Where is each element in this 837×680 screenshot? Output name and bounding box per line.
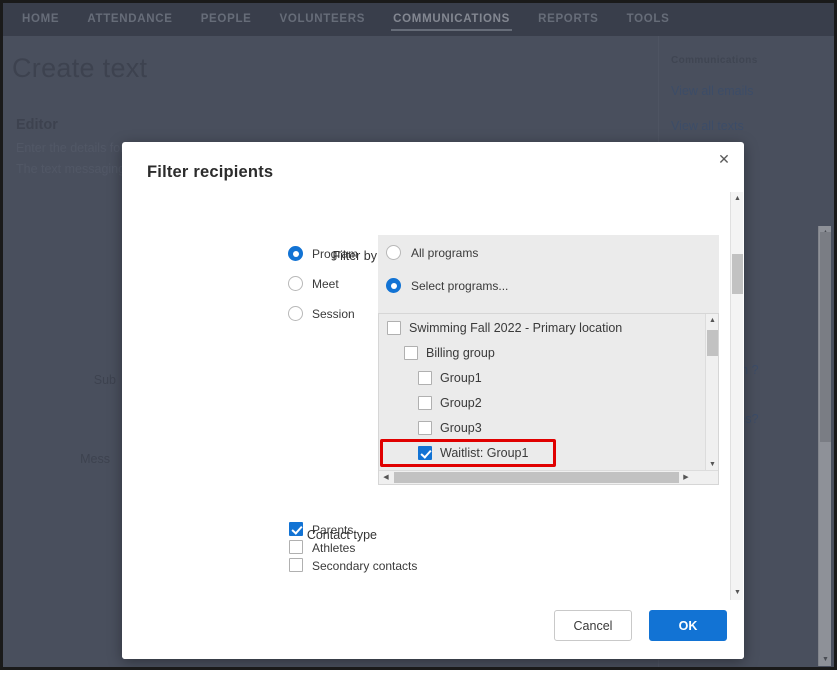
tree-scroll-up-icon[interactable]: ▲ (706, 314, 718, 328)
radio-label-session[interactable]: Session (312, 307, 355, 321)
checkbox-athletes[interactable] (289, 540, 303, 554)
checkbox-parents[interactable] (289, 522, 303, 536)
checkbox-label-parents[interactable]: Parents (312, 523, 353, 537)
nav-item-communications[interactable]: COMMUNICATIONS (379, 4, 524, 35)
bottom-strip (0, 668, 837, 680)
editor-description-line-2: The text messaging (16, 162, 126, 176)
tree-horizontal-scrollbar-thumb[interactable] (394, 472, 679, 483)
checkbox-swimming-fall-2022[interactable] (387, 321, 401, 335)
dialog-footer: Cancel OK (122, 600, 744, 659)
dialog-scroll-up-icon[interactable]: ▲ (731, 192, 744, 206)
radio-all-programs[interactable] (386, 245, 401, 260)
page-title: Create text (12, 53, 148, 83)
editor-description-line-1: Enter the details for (16, 141, 125, 155)
checkbox-secondary-contacts[interactable] (289, 558, 303, 572)
dialog-body: Filter by Program Meet Session All progr… (122, 192, 744, 600)
nav-item-tools[interactable]: TOOLS (613, 4, 684, 35)
programs-scope-panel: All programs Select programs... (378, 235, 719, 313)
tree-horizontal-scrollbar[interactable]: ◀ ▶ (379, 470, 718, 484)
close-icon[interactable]: ✕ (713, 148, 735, 170)
tree-vertical-scrollbar-thumb[interactable] (707, 330, 718, 356)
nav-item-people[interactable]: PEOPLE (187, 4, 266, 35)
radio-label-all-programs[interactable]: All programs (411, 246, 478, 260)
checkbox-waitlist-group1[interactable] (418, 446, 432, 460)
dialog-scroll-down-icon[interactable]: ▼ (731, 586, 744, 600)
nav-item-home[interactable]: HOME (8, 4, 73, 35)
tree-scroll-left-icon[interactable]: ◀ (379, 471, 393, 484)
top-navigation-bar: HOME ATTENDANCE PEOPLE VOLUNTEERS COMMUN… (0, 3, 837, 36)
subject-field-label: Sub (93, 373, 116, 387)
cancel-button[interactable]: Cancel (554, 610, 632, 641)
screenshot-root: HOME ATTENDANCE PEOPLE VOLUNTEERS COMMUN… (0, 0, 837, 680)
page-scrollbar[interactable]: ▲ ▼ (818, 226, 831, 666)
checkbox-group2[interactable] (418, 396, 432, 410)
sidebar-heading-communications: Communications (671, 55, 758, 66)
checkbox-billing-group[interactable] (404, 346, 418, 360)
checkbox-label-athletes[interactable]: Athletes (312, 541, 355, 555)
sidebar-link-view-all-texts[interactable]: View all texts (671, 119, 744, 133)
ok-button[interactable]: OK (649, 610, 727, 641)
checkbox-label-secondary-contacts[interactable]: Secondary contacts (312, 559, 417, 573)
checkbox-group1[interactable] (418, 371, 432, 385)
radio-filter-by-program[interactable] (288, 246, 303, 261)
radio-filter-by-meet[interactable] (288, 276, 303, 291)
radio-filter-by-session[interactable] (288, 306, 303, 321)
tree-label-group2: Group2 (440, 396, 482, 410)
tree-vertical-scrollbar[interactable]: ▲ ▼ (705, 314, 718, 472)
program-tree-box[interactable]: Swimming Fall 2022 - Primary location Bi… (378, 313, 719, 485)
message-field-label: Mess (80, 452, 110, 466)
nav-item-reports[interactable]: REPORTS (524, 4, 613, 35)
nav-item-volunteers[interactable]: VOLUNTEERS (266, 4, 380, 35)
checkbox-group3[interactable] (418, 421, 432, 435)
dialog-scrollbar-thumb[interactable] (732, 254, 743, 294)
dialog-scrollbar[interactable]: ▲ ▼ (730, 192, 743, 600)
nav-item-attendance[interactable]: ATTENDANCE (73, 4, 186, 35)
tree-label-waitlist-group1: Waitlist: Group1 (440, 446, 529, 460)
page-scrollbar-thumb[interactable] (820, 232, 831, 442)
top-navigation-items: HOME ATTENDANCE PEOPLE VOLUNTEERS COMMUN… (8, 3, 837, 36)
scroll-down-icon[interactable]: ▼ (819, 653, 832, 666)
tree-scroll-right-icon[interactable]: ▶ (679, 471, 693, 484)
tree-label-group3: Group3 (440, 421, 482, 435)
radio-label-program[interactable]: Program (312, 247, 358, 261)
dialog-title: Filter recipients (147, 163, 274, 181)
radio-label-select-programs[interactable]: Select programs... (411, 279, 508, 293)
sidebar-link-view-all-emails[interactable]: View all emails (671, 84, 753, 98)
tree-label-billing-group: Billing group (426, 346, 495, 360)
radio-label-meet[interactable]: Meet (312, 277, 339, 291)
tree-label-swimming-fall-2022: Swimming Fall 2022 - Primary location (409, 321, 623, 335)
filter-recipients-dialog: ✕ Filter recipients Filter by Program Me… (122, 142, 744, 659)
tree-label-group1: Group1 (440, 371, 482, 385)
editor-section-title: Editor (16, 117, 58, 133)
radio-select-programs[interactable] (386, 278, 401, 293)
